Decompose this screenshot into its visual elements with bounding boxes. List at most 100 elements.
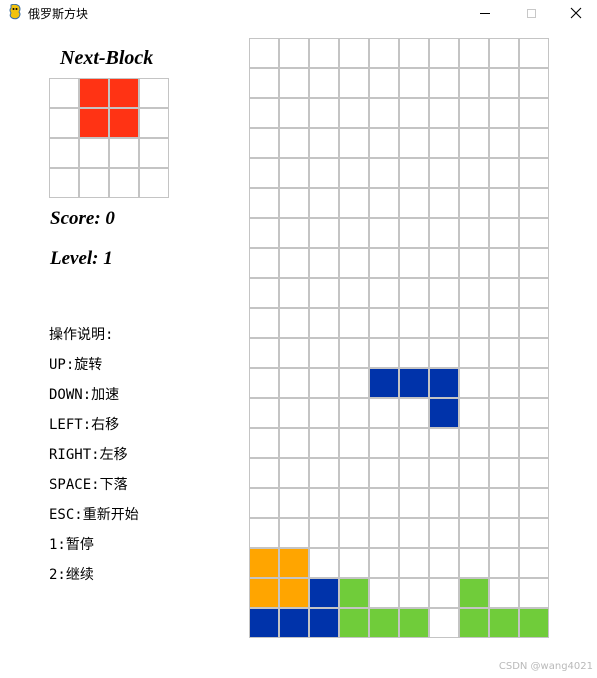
board-cell-empty — [369, 488, 399, 518]
board-cell-empty — [249, 128, 279, 158]
board-cell-empty — [429, 548, 459, 578]
board-cell-empty — [369, 188, 399, 218]
board-cell-empty — [249, 278, 279, 308]
next-cell-empty — [139, 138, 169, 168]
pygame-snake-icon — [8, 3, 22, 20]
title-bar[interactable]: 俄罗斯方块 — [0, 0, 597, 26]
board-cell-empty — [279, 338, 309, 368]
board-cell-empty — [279, 488, 309, 518]
close-icon — [570, 7, 582, 19]
board-cell-empty — [249, 308, 279, 338]
board-cell-empty — [519, 248, 549, 278]
board-cell-empty — [369, 158, 399, 188]
board-cell-empty — [459, 158, 489, 188]
board-cell-empty — [489, 158, 519, 188]
instruction-resume: 2:继续 — [49, 567, 94, 583]
instruction-pause: 1:暂停 — [49, 537, 94, 553]
board-cell-empty — [279, 248, 309, 278]
board-cell-filled — [249, 578, 279, 608]
watermark: CSDN @wang4021 — [498, 661, 593, 672]
board-cell-empty — [279, 128, 309, 158]
board-cell-empty — [279, 218, 309, 248]
board-cell-empty — [279, 188, 309, 218]
board-cell-empty — [429, 308, 459, 338]
board-cell-empty — [489, 188, 519, 218]
board-cell-empty — [429, 578, 459, 608]
board-cell-empty — [429, 338, 459, 368]
board-cell-empty — [249, 98, 279, 128]
next-cell-empty — [139, 108, 169, 138]
board-cell-filled — [459, 608, 489, 638]
board-cell-filled — [369, 368, 399, 398]
board-cell-empty — [459, 38, 489, 68]
board-cell-empty — [519, 158, 549, 188]
board-cell-empty — [519, 488, 549, 518]
board-cell-empty — [309, 68, 339, 98]
board-cell-empty — [399, 278, 429, 308]
board-cell-empty — [459, 278, 489, 308]
board-cell-empty — [399, 518, 429, 548]
board-cell-filled — [339, 608, 369, 638]
board-cell-empty — [429, 608, 459, 638]
board-cell-empty — [369, 308, 399, 338]
maximize-button[interactable] — [508, 0, 554, 26]
next-cell-empty — [49, 108, 79, 138]
minimize-button[interactable] — [462, 0, 508, 26]
board-cell-filled — [399, 368, 429, 398]
game-board[interactable] — [249, 38, 549, 638]
next-block-title: Next-Block — [60, 47, 154, 69]
close-button[interactable] — [553, 0, 597, 26]
board-cell-empty — [309, 278, 339, 308]
next-cell-empty — [49, 138, 79, 168]
board-cell-empty — [339, 518, 369, 548]
board-cell-empty — [249, 248, 279, 278]
board-cell-empty — [399, 488, 429, 518]
board-cell-empty — [519, 518, 549, 548]
board-cell-empty — [489, 368, 519, 398]
board-cell-empty — [309, 518, 339, 548]
board-cell-empty — [459, 398, 489, 428]
board-cell-empty — [339, 128, 369, 158]
board-cell-empty — [279, 68, 309, 98]
board-cell-empty — [369, 38, 399, 68]
board-cell-empty — [279, 98, 309, 128]
board-cell-empty — [399, 158, 429, 188]
board-cell-empty — [519, 188, 549, 218]
board-cell-empty — [279, 158, 309, 188]
board-cell-empty — [309, 368, 339, 398]
board-cell-empty — [459, 188, 489, 218]
board-cell-empty — [249, 38, 279, 68]
board-cell-empty — [459, 248, 489, 278]
next-cell-empty — [79, 138, 109, 168]
board-cell-empty — [429, 518, 459, 548]
next-cell-filled — [109, 108, 139, 138]
board-cell-empty — [369, 338, 399, 368]
board-cell-empty — [489, 128, 519, 158]
board-cell-empty — [279, 458, 309, 488]
instruction-up: UP:旋转 — [49, 357, 103, 373]
board-cell-empty — [279, 398, 309, 428]
board-cell-empty — [429, 428, 459, 458]
board-cell-empty — [369, 278, 399, 308]
next-cell-empty — [109, 168, 139, 198]
board-cell-empty — [429, 458, 459, 488]
board-cell-empty — [489, 278, 519, 308]
board-cell-empty — [339, 248, 369, 278]
board-cell-empty — [309, 428, 339, 458]
next-block-preview — [49, 78, 169, 198]
board-cell-empty — [459, 548, 489, 578]
board-cell-empty — [429, 128, 459, 158]
board-cell-empty — [519, 338, 549, 368]
board-cell-empty — [309, 308, 339, 338]
board-cell-empty — [489, 488, 519, 518]
board-cell-empty — [519, 368, 549, 398]
board-cell-empty — [279, 38, 309, 68]
board-cell-filled — [279, 578, 309, 608]
instructions-panel: 操作说明: UP:旋转 DOWN:加速 LEFT:右移 RIGHT:左移 SPA… — [49, 325, 139, 595]
board-cell-empty — [429, 278, 459, 308]
board-cell-empty — [429, 98, 459, 128]
board-cell-empty — [489, 68, 519, 98]
board-cell-empty — [369, 218, 399, 248]
board-cell-empty — [519, 218, 549, 248]
board-cell-empty — [399, 188, 429, 218]
